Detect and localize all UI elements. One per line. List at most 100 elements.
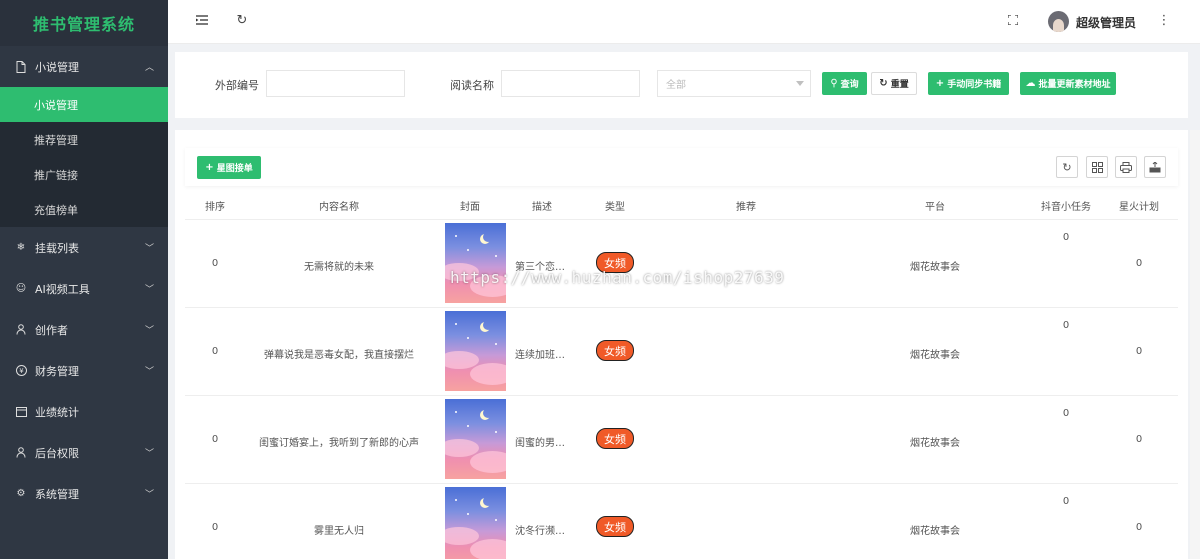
chevron-up-icon: ︿: [144, 63, 154, 73]
query-button[interactable]: ⚲ 查询: [822, 72, 867, 95]
sidebar-item-recommend[interactable]: 推荐管理: [0, 122, 168, 157]
menu-label: AI视频工具: [35, 282, 90, 296]
reset-button[interactable]: ↻ 重置: [871, 72, 917, 95]
cell-douyin-task: 0: [1062, 496, 1070, 507]
menu-novel-management[interactable]: 小说管理 ︿: [0, 46, 168, 87]
refresh-icon[interactable]: ↻: [234, 12, 250, 28]
cell-spark: 0: [1135, 522, 1143, 533]
moon-icon: [483, 320, 493, 330]
type-tag: 女频: [596, 340, 634, 361]
cell-douyin-task: 0: [1062, 320, 1070, 331]
table-row[interactable]: 0 闺蜜订婚宴上，我听到了新郎的心声 闺蜜的男… 女频 烟花故事会 0 0: [185, 396, 1178, 484]
btn-label: 星图接单: [216, 164, 253, 174]
btn-label: 批量更新素材地址: [1038, 80, 1111, 90]
menu-system[interactable]: ⚙ 系统管理 ﹀: [0, 473, 168, 514]
yen-icon: ¥: [15, 365, 27, 377]
btn-label: 重置: [890, 80, 909, 90]
type-select[interactable]: 全部: [657, 70, 811, 97]
menu-label: 挂载列表: [35, 241, 79, 255]
table-row[interactable]: 0 雾里无人归 沈冬行濒… 女频 烟花故事会 0 0: [185, 484, 1178, 559]
moon-icon: [483, 408, 493, 418]
external-id-input[interactable]: [266, 70, 405, 97]
chevron-down-icon: ﹀: [144, 285, 154, 295]
app-logo: 推书管理系统: [0, 0, 168, 46]
sidebar-item-recharge-rank[interactable]: 充值榜单: [0, 192, 168, 227]
sub-item-label: 小说管理: [34, 98, 78, 112]
menu-label: 系统管理: [35, 487, 79, 501]
print-icon[interactable]: [1115, 156, 1137, 178]
col-cover[interactable]: 封面: [460, 198, 480, 213]
cell-douyin-task: 0: [1062, 232, 1070, 243]
cell-name: 弹幕说我是恶毒女配，我直接摆烂: [264, 350, 414, 361]
star-order-button[interactable]: + 星图接单: [197, 156, 261, 179]
cover-image[interactable]: [445, 487, 506, 559]
svg-text:¥: ¥: [19, 367, 24, 375]
cell-order: 0: [211, 346, 219, 357]
external-id-label: 外部编号: [215, 79, 259, 92]
menu-ai-video[interactable]: ☺ AI视频工具 ﹀: [0, 268, 168, 309]
moon-icon: [483, 496, 493, 506]
type-tag: 女频: [596, 428, 634, 449]
chevron-down-icon: ﹀: [144, 244, 154, 254]
plus-icon: +: [935, 78, 945, 89]
table-toolbar: + 星图接单 ↻: [185, 148, 1178, 186]
username[interactable]: 超级管理员: [1076, 14, 1136, 31]
export-icon[interactable]: [1144, 156, 1166, 178]
menu-mount-list[interactable]: ❄ 挂载列表 ﹀: [0, 227, 168, 268]
avatar[interactable]: [1048, 11, 1069, 32]
type-tag: 女频: [596, 252, 634, 273]
col-recommend[interactable]: 推荐: [736, 198, 756, 213]
cell-order: 0: [211, 258, 219, 269]
cover-image[interactable]: [445, 311, 506, 391]
top-header: ↻ 超级管理员 ⋮: [168, 0, 1200, 44]
menu-finance[interactable]: ¥ 财务管理 ﹀: [0, 350, 168, 391]
cover-image[interactable]: [445, 223, 506, 303]
cell-desc: 连续加班…: [515, 350, 565, 361]
col-desc[interactable]: 描述: [532, 198, 552, 213]
search-icon: ⚲: [830, 78, 838, 89]
columns-icon[interactable]: [1086, 156, 1108, 178]
table-row[interactable]: 0 弹幕说我是恶毒女配，我直接摆烂 连续加班… 女频 烟花故事会 0 0: [185, 308, 1178, 396]
col-platform[interactable]: 平台: [925, 198, 945, 213]
cell-platform: 烟花故事会: [910, 438, 960, 449]
col-name[interactable]: 内容名称: [319, 198, 359, 213]
smile-icon: ☺: [15, 283, 27, 294]
menu-creator[interactable]: 创作者 ﹀: [0, 309, 168, 350]
col-type[interactable]: 类型: [605, 198, 625, 213]
menu-fold-icon[interactable]: [194, 12, 210, 28]
more-vertical-icon[interactable]: ⋮: [1156, 12, 1172, 28]
chevron-down-icon: ﹀: [144, 449, 154, 459]
cover-image[interactable]: [445, 399, 506, 479]
submenu-novel: 小说管理 推荐管理 推广链接 充值榜单: [0, 87, 168, 227]
menu-admin-permission[interactable]: 后台权限 ﹀: [0, 432, 168, 473]
menu-label: 业绩统计: [35, 405, 79, 419]
sub-item-label: 推广链接: [34, 168, 78, 182]
cell-desc: 第三个恋…: [515, 262, 565, 273]
col-spark-plan[interactable]: 星火计划: [1119, 198, 1159, 213]
gear-icon: ⚙: [16, 488, 26, 499]
table-row[interactable]: 0 无需将就的未来 第三个恋… 女频 烟花故事会 0 0: [185, 220, 1178, 308]
search-panel: 外部编号 阅读名称 全部 ⚲ 查询 ↻ 重置 + 手动同步书籍 ☁ 批量更新素材地址: [175, 52, 1188, 118]
cell-desc: 沈冬行濒…: [515, 526, 565, 537]
snowflake-icon: ❄: [16, 242, 26, 253]
refresh-icon: ↻: [879, 78, 888, 89]
cell-order: 0: [211, 434, 219, 445]
btn-label: 手动同步书籍: [947, 80, 1002, 90]
sidebar-item-promo-link[interactable]: 推广链接: [0, 157, 168, 192]
page-scrollbar[interactable]: [1190, 130, 1200, 559]
sub-item-label: 推荐管理: [34, 133, 78, 147]
cell-spark: 0: [1135, 434, 1143, 445]
col-order[interactable]: 排序: [205, 198, 225, 213]
read-name-input[interactable]: [501, 70, 640, 97]
menu-performance[interactable]: 业绩统计: [0, 391, 168, 432]
table-header: 排序 内容名称 封面 描述 类型 推荐 平台 抖音小任务 星火计划: [185, 190, 1178, 220]
cell-spark: 0: [1135, 258, 1143, 269]
refresh-icon[interactable]: ↻: [1056, 156, 1078, 178]
select-value: 全部: [666, 80, 686, 91]
sidebar-item-novel-management[interactable]: 小说管理: [0, 87, 168, 122]
col-douyin-task[interactable]: 抖音小任务: [1041, 198, 1091, 213]
batch-update-button[interactable]: ☁ 批量更新素材地址: [1020, 72, 1116, 95]
sync-books-button[interactable]: + 手动同步书籍: [928, 72, 1009, 95]
cell-order: 0: [211, 522, 219, 533]
fullscreen-icon[interactable]: [1005, 12, 1021, 28]
